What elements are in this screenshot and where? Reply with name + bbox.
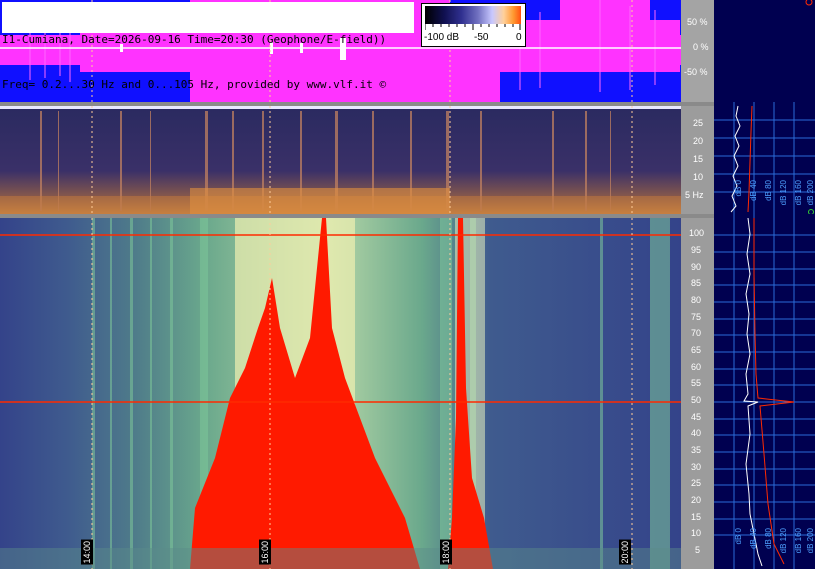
colorbar-label-min: -100 dB xyxy=(424,32,460,43)
high-tick-65: 65 xyxy=(691,345,702,355)
high-tick-60: 60 xyxy=(691,362,702,372)
low-band-spectrogram xyxy=(0,106,681,214)
waveform-tick-50: 50 % xyxy=(687,17,708,27)
right-high-db-120: dB 120 xyxy=(779,528,788,554)
low-tick-5hz: 5 Hz xyxy=(685,190,704,200)
colorbar-label-mid: -50 xyxy=(474,32,489,43)
high-tick-85: 85 xyxy=(691,278,702,288)
right-low-db-200: dB 200 xyxy=(806,180,815,206)
right-high-spectrum-panel: dB 0 dB 40 dB 80 dB 120 dB 160 dB 200 xyxy=(714,214,815,569)
right-high-db-80: dB 80 xyxy=(764,528,773,549)
high-tick-5: 5 xyxy=(695,545,701,555)
right-low-db-0: dB 0 xyxy=(734,180,743,197)
time-label-2000: 20:00 xyxy=(619,540,631,565)
high-tick-55: 55 xyxy=(691,378,702,388)
high-tick-80: 80 xyxy=(691,295,702,305)
colorbar-legend: -100 dB -50 0 xyxy=(421,3,526,47)
high-tick-75: 75 xyxy=(691,312,702,322)
right-high-db-200: dB 200 xyxy=(806,528,815,554)
right-high-db-160: dB 160 xyxy=(794,528,803,554)
low-tick-10: 10 xyxy=(693,172,704,182)
right-high-db-0: dB 0 xyxy=(734,528,743,545)
high-tick-70: 70 xyxy=(691,328,702,338)
colorbar-ticks xyxy=(425,24,521,30)
high-tick-10: 10 xyxy=(691,528,702,538)
high-tick-20: 20 xyxy=(691,495,702,505)
right-low-db-40: dB 40 xyxy=(749,180,758,201)
time-label-1800: 18:00 xyxy=(440,540,452,565)
high-band-plot xyxy=(0,218,681,569)
time-label-1600: 16:00 xyxy=(259,540,271,565)
waveform-scale: 50 % 0 % -50 % xyxy=(681,0,714,102)
low-band-plot xyxy=(0,106,681,214)
high-band-scale: 100 95 90 85 80 75 70 65 60 55 50 45 40 … xyxy=(681,218,714,569)
right-top-plot xyxy=(714,0,815,102)
low-tick-15: 15 xyxy=(693,154,704,164)
right-high-db-40: dB 40 xyxy=(749,528,758,549)
header-line-station: I1-Cumiana, Date=2026-09-16 Time=20:30 (… xyxy=(2,33,387,46)
header-line-frequency: Freq= 0.2...30 Hz and 0...105 Hz, provid… xyxy=(2,78,387,91)
low-tick-20: 20 xyxy=(693,136,704,146)
high-tick-90: 90 xyxy=(691,262,702,272)
low-band-scale: 25 20 15 10 5 Hz xyxy=(681,106,714,214)
high-tick-15: 15 xyxy=(691,512,702,522)
waveform-tick-minus50: -50 % xyxy=(684,67,708,77)
right-low-db-120: dB 120 xyxy=(779,180,788,206)
high-tick-95: 95 xyxy=(691,245,702,255)
high-tick-25: 25 xyxy=(691,478,702,488)
high-tick-100: 100 xyxy=(689,228,705,238)
right-low-spectrum-panel: dB 0 dB 40 dB 80 dB 120 dB 160 dB 200 xyxy=(714,102,815,214)
colorbar-gradient xyxy=(425,6,521,24)
high-tick-30: 30 xyxy=(691,462,702,472)
vlf-monitor-window: I1-Cumiana, Date=2026-09-16 Time=20:30 (… xyxy=(0,0,815,569)
right-high-spectrum-plot xyxy=(714,214,815,569)
colorbar-label-max: 0 xyxy=(516,32,522,43)
high-tick-35: 35 xyxy=(691,445,702,455)
right-low-db-160: dB 160 xyxy=(794,180,803,206)
low-tick-25: 25 xyxy=(693,118,704,128)
high-tick-45: 45 xyxy=(691,412,702,422)
high-band-spectrogram xyxy=(0,218,681,569)
right-top-panel xyxy=(714,0,815,102)
right-low-db-80: dB 80 xyxy=(764,180,773,201)
time-label-1400: 14:00 xyxy=(81,540,93,565)
header-info: I1-Cumiana, Date=2026-09-16 Time=20:30 (… xyxy=(2,2,414,91)
high-tick-50: 50 xyxy=(691,395,702,405)
waveform-tick-0: 0 % xyxy=(693,42,709,52)
high-tick-40: 40 xyxy=(691,428,702,438)
